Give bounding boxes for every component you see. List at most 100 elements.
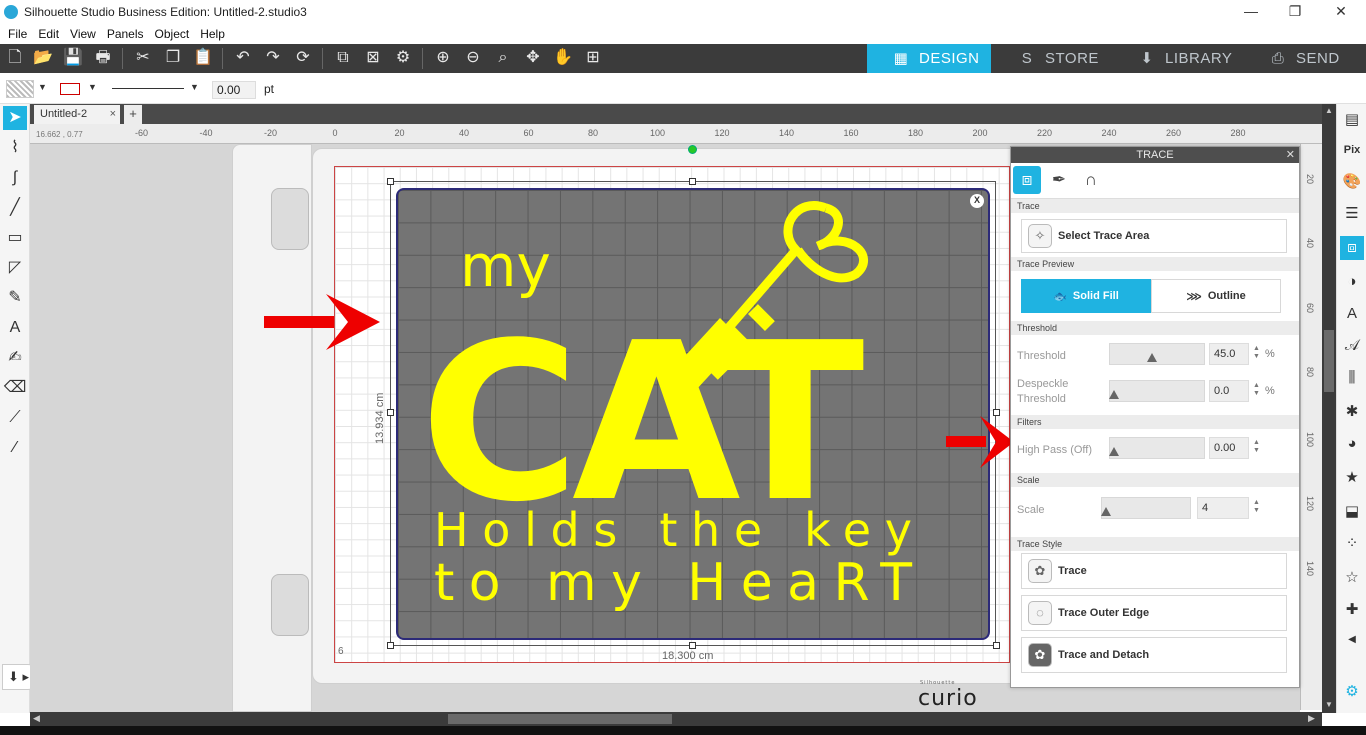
restore-button[interactable]: ❐	[1272, 0, 1318, 24]
despeckle-slider-thumb[interactable]	[1109, 390, 1119, 399]
modify-icon[interactable]: ✱	[1340, 400, 1364, 424]
scale-spinner-icon[interactable]: ▲ ▼	[1253, 499, 1260, 515]
undo-icon[interactable]: ↶	[232, 48, 254, 68]
paste-icon[interactable]: 📋	[192, 48, 214, 68]
sketch-star-icon[interactable]: ☆	[1340, 566, 1364, 590]
resize-handle-right[interactable]	[993, 409, 1000, 416]
font-glyph-icon[interactable]: 𝒜	[1340, 334, 1364, 358]
menu-file[interactable]: File	[4, 27, 34, 41]
replicate-star-icon[interactable]: ★	[1340, 466, 1364, 490]
scroll-left-icon[interactable]: ◀	[33, 713, 40, 724]
copy-icon[interactable]: ❐	[162, 48, 184, 68]
trace-button[interactable]: ✿ Trace	[1021, 553, 1287, 589]
cut-icon[interactable]: ✂	[132, 48, 154, 68]
threshold-slider-thumb[interactable]	[1147, 353, 1158, 362]
resize-handle-bottom[interactable]	[689, 642, 696, 649]
trace-outer-edge-button[interactable]: ◌ Trace Outer Edge	[1021, 595, 1287, 631]
zoom-selection-icon[interactable]: ⌕	[492, 48, 514, 68]
design-tab[interactable]: ▦ DESIGN	[867, 44, 991, 73]
library-tab[interactable]: ⬇ LIBRARY	[1115, 44, 1240, 73]
resize-handle-top-left[interactable]	[387, 178, 394, 185]
resize-handle-left[interactable]	[387, 409, 394, 416]
align-icon[interactable]: ⫼	[1340, 366, 1364, 390]
fill-pattern-swatch[interactable]	[6, 80, 34, 98]
redo-icon[interactable]: ↷	[262, 48, 284, 68]
scale-slider-thumb[interactable]	[1101, 507, 1111, 516]
high-pass-slider-thumb[interactable]	[1109, 447, 1119, 456]
zoom-out-icon[interactable]: ⊖	[462, 48, 484, 68]
document-tab[interactable]: Untitled-2 ×	[34, 105, 120, 124]
outline-button[interactable]: ⋙ Outline	[1151, 279, 1281, 313]
knife-slice-icon[interactable]: ⬓	[1340, 500, 1364, 524]
minimize-button[interactable]: —	[1228, 0, 1274, 24]
new-document-icon[interactable]: 🗋	[4, 48, 26, 68]
settings-gear-icon[interactable]: ⚙	[1340, 680, 1364, 704]
point-edit-icon[interactable]: ⌇	[3, 136, 27, 160]
select-arrow-icon[interactable]: ➤	[3, 106, 27, 130]
open-folder-icon[interactable]: 📂	[32, 48, 54, 68]
horizontal-scrollbar[interactable]: ◀ ▶	[30, 712, 1322, 726]
pixscan-icon[interactable]: Pix	[1340, 138, 1364, 162]
trace-and-detach-button[interactable]: ✿ Trace and Detach	[1021, 637, 1287, 673]
resize-handle-top[interactable]	[689, 178, 696, 185]
add-tab-button[interactable]: +	[124, 105, 142, 124]
transparency-icon[interactable]: ◑	[1340, 270, 1364, 294]
sketch-tool-icon[interactable]: ✍	[3, 346, 27, 370]
line-style-icon[interactable]: ☰	[1340, 202, 1364, 226]
fill-color-palette-icon[interactable]: 🎨	[1340, 170, 1364, 194]
rectangle-tool-icon[interactable]: ▭	[3, 226, 27, 250]
line-style-sample[interactable]	[112, 88, 184, 89]
high-pass-value-input[interactable]: 0.00	[1209, 437, 1249, 459]
scroll-down-icon[interactable]: ▼	[1325, 700, 1333, 709]
vertical-scrollbar-thumb[interactable]	[1324, 330, 1334, 392]
offset-icon[interactable]: ◕	[1340, 432, 1364, 456]
horizontal-scrollbar-thumb[interactable]	[448, 714, 672, 724]
text-style-icon[interactable]: A	[1340, 302, 1364, 326]
collapse-rail-icon[interactable]: ◀	[1340, 628, 1364, 652]
close-window-button[interactable]: ✕	[1318, 0, 1364, 24]
eyedropper-tab-icon[interactable]: ✒	[1045, 166, 1073, 194]
fill-dropdown-icon[interactable]: ▼	[38, 82, 47, 92]
save-icon[interactable]: 💾	[62, 48, 84, 68]
menu-view[interactable]: View	[66, 27, 103, 41]
line-width-input[interactable]: 0.00	[212, 81, 256, 99]
threshold-value-input[interactable]: 45.0	[1209, 343, 1249, 365]
close-panel-icon[interactable]: ✕	[1286, 147, 1295, 163]
line-tool-icon[interactable]: ╱	[3, 196, 27, 220]
despeckle-value-input[interactable]: 0.0	[1209, 380, 1249, 402]
despeckle-slider[interactable]	[1109, 380, 1205, 402]
send-tab[interactable]: ⎙ SEND	[1240, 44, 1366, 73]
menu-object[interactable]: Object	[151, 27, 197, 41]
threshold-spinner-icon[interactable]: ▲ ▼	[1253, 345, 1260, 361]
hand-pan-icon[interactable]: ✋	[552, 48, 574, 68]
ungroup-icon[interactable]: ⊠	[362, 48, 384, 68]
vertical-scrollbar[interactable]: ▲ ▼	[1322, 104, 1336, 713]
trace-panel-icon[interactable]: ⧈	[1340, 236, 1364, 260]
refresh-icon[interactable]: ⟳	[292, 48, 314, 68]
menu-panels[interactable]: Panels	[103, 27, 151, 41]
text-tool-icon[interactable]: A	[3, 316, 27, 340]
traced-design-image[interactable]: my CAT Holds the key to my HeaRT X	[396, 188, 990, 640]
scale-slider[interactable]	[1101, 497, 1191, 519]
page-setup-icon[interactable]: ▤	[1340, 108, 1364, 132]
rotate-handle[interactable]	[688, 145, 697, 154]
eyedropper-tool-icon[interactable]: ⁄	[3, 436, 27, 460]
pan-drag-icon[interactable]: ✥	[522, 48, 544, 68]
polygon-tool-icon[interactable]: ◸	[3, 256, 27, 280]
high-pass-slider[interactable]	[1109, 437, 1205, 459]
compound-path-icon[interactable]: ⚙	[392, 48, 414, 68]
resize-handle-bottom-right[interactable]	[993, 642, 1000, 649]
group-icon[interactable]: ⧉	[332, 48, 354, 68]
curve-tool-icon[interactable]: ∫	[3, 166, 27, 190]
threshold-slider[interactable]	[1109, 343, 1205, 365]
line-style-dropdown-icon[interactable]: ▼	[190, 82, 199, 92]
store-tab[interactable]: S STORE	[991, 44, 1115, 73]
menu-help[interactable]: Help	[196, 27, 232, 41]
high-pass-spinner-icon[interactable]: ▲ ▼	[1253, 439, 1260, 455]
resize-handle-bottom-left[interactable]	[387, 642, 394, 649]
print-icon[interactable]: 🖶	[92, 48, 114, 68]
select-trace-area-button[interactable]: ✧ Select Trace Area	[1021, 219, 1287, 253]
scroll-right-icon[interactable]: ▶	[1308, 713, 1315, 724]
puzzle-icon[interactable]: ✚	[1340, 598, 1364, 622]
zoom-in-icon[interactable]: ⊕	[432, 48, 454, 68]
